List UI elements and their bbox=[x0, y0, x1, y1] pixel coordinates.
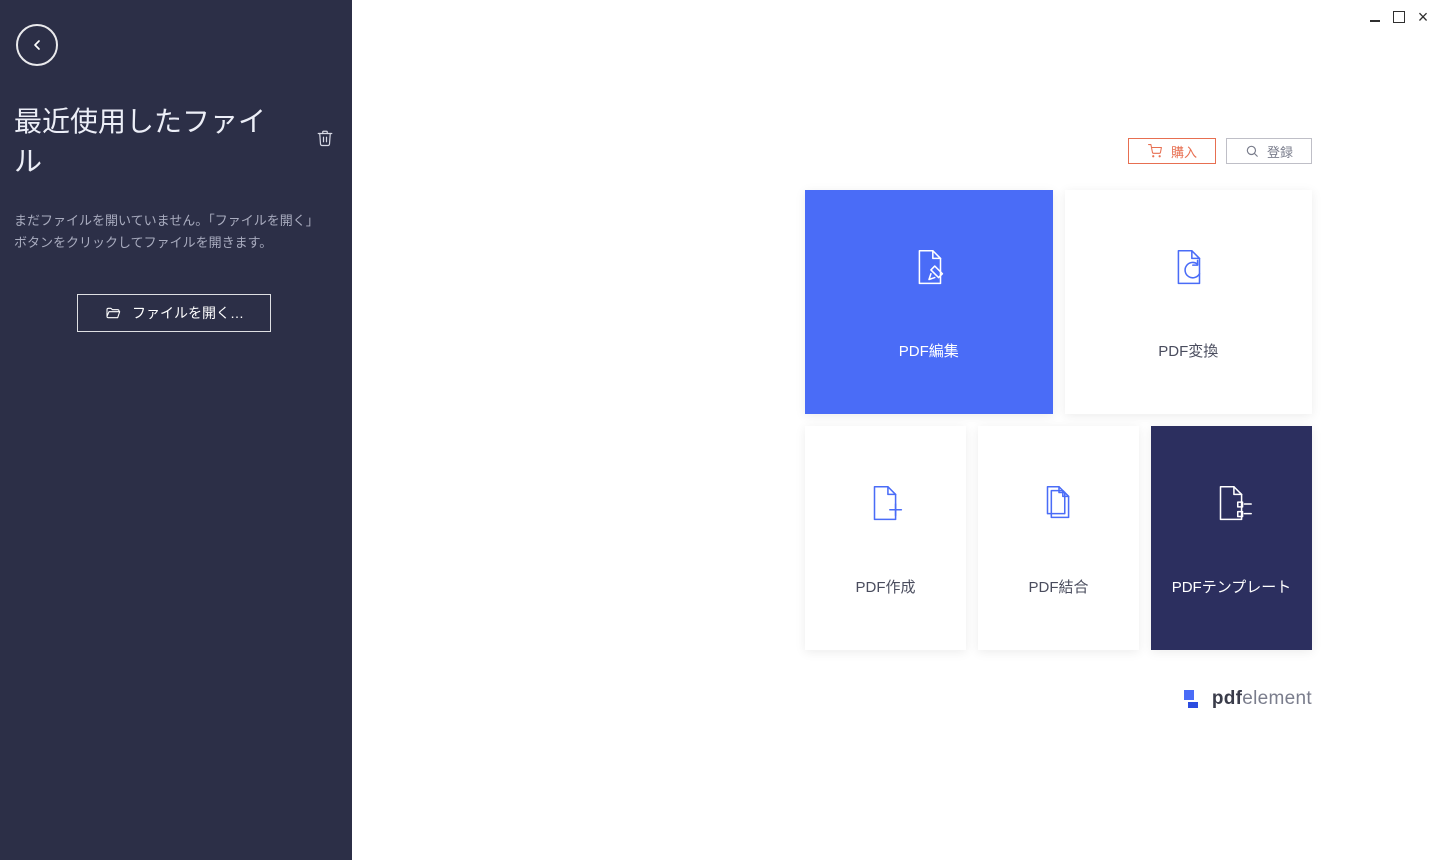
tile-pdf-template[interactable]: PDFテンプレート bbox=[1151, 426, 1312, 650]
tile-grid: PDF編集 PDF変換 bbox=[805, 190, 1312, 662]
tile-label: PDFテンプレート bbox=[1172, 576, 1292, 597]
template-icon bbox=[1208, 480, 1256, 528]
convert-icon bbox=[1164, 244, 1212, 292]
tile-pdf-merge[interactable]: PDF結合 bbox=[978, 426, 1139, 650]
tile-label: PDF編集 bbox=[899, 340, 959, 361]
clear-recent-button[interactable] bbox=[316, 129, 334, 152]
chevron-left-icon bbox=[29, 37, 45, 53]
window-controls: × bbox=[1366, 8, 1432, 26]
open-file-button[interactable]: ファイルを開く… bbox=[77, 294, 271, 332]
register-button[interactable]: 登録 bbox=[1226, 138, 1312, 164]
tile-label: PDF作成 bbox=[855, 576, 915, 597]
buy-label: 購入 bbox=[1171, 142, 1197, 161]
tile-label: PDF結合 bbox=[1028, 576, 1088, 597]
open-file-label: ファイルを開く… bbox=[132, 303, 244, 323]
sidebar-title-row: 最近使用したファイル bbox=[14, 100, 334, 180]
brand-rest: element bbox=[1242, 688, 1312, 709]
tile-pdf-convert[interactable]: PDF変換 bbox=[1065, 190, 1313, 414]
sidebar-title: 最近使用したファイル bbox=[14, 100, 290, 180]
sidebar: 最近使用したファイル まだファイルを開いていません。「ファイルを開く」ボタンをク… bbox=[0, 0, 352, 860]
brand-text: pdfelement bbox=[1212, 688, 1312, 710]
edit-icon bbox=[905, 244, 953, 292]
main-area: × 購入 登録 PDF編集 bbox=[352, 0, 1440, 860]
sidebar-empty-message: まだファイルを開いていません。「ファイルを開く」ボタンをクリックしてファイルを開… bbox=[14, 210, 324, 254]
trash-icon bbox=[316, 129, 334, 147]
brand-mark-icon bbox=[1184, 690, 1202, 708]
tile-pdf-create[interactable]: PDF作成 bbox=[805, 426, 966, 650]
window-minimize-button[interactable] bbox=[1366, 8, 1384, 26]
create-icon bbox=[862, 480, 910, 528]
cart-icon bbox=[1147, 144, 1163, 158]
window-close-button[interactable]: × bbox=[1414, 8, 1432, 26]
merge-icon bbox=[1035, 480, 1083, 528]
buy-button[interactable]: 購入 bbox=[1128, 138, 1216, 164]
brand-bold: pdf bbox=[1212, 688, 1242, 709]
brand-logo: pdfelement bbox=[1184, 688, 1312, 710]
tile-label: PDF変換 bbox=[1158, 340, 1218, 361]
top-actions: 購入 登録 bbox=[1128, 138, 1312, 164]
folder-open-icon bbox=[104, 305, 122, 321]
tile-pdf-edit[interactable]: PDF編集 bbox=[805, 190, 1053, 414]
register-label: 登録 bbox=[1267, 142, 1293, 161]
window-maximize-button[interactable] bbox=[1390, 8, 1408, 26]
search-icon bbox=[1245, 144, 1259, 158]
back-button[interactable] bbox=[16, 24, 58, 66]
